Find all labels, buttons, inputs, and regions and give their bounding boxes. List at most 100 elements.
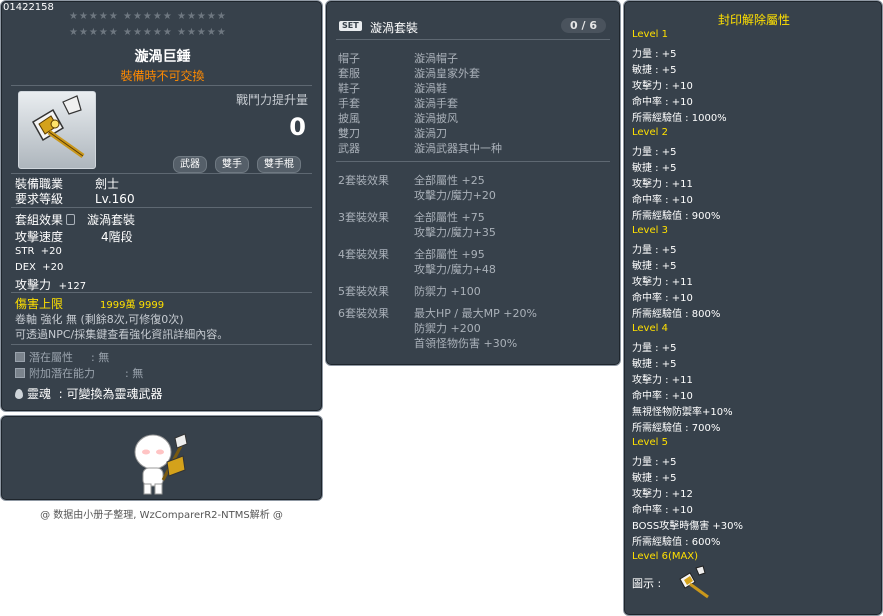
req-level-row: 要求等級 Lv.160 xyxy=(15,190,135,207)
stat-row-attack: 攻擊力 +127 xyxy=(15,276,86,293)
req-level-label: 要求等級 xyxy=(15,192,64,206)
seal-level-line: 力量 : +5 xyxy=(632,245,677,256)
set-effect-label: 3套裝效果 xyxy=(338,211,389,224)
bonus-potential-label: 附加潛在能力 xyxy=(29,367,95,380)
potential-box-icon xyxy=(15,352,25,362)
potential-row: 潛在屬性 : 無 xyxy=(15,349,109,365)
seal-level-line: 所需經驗值 : 1000% xyxy=(632,113,727,124)
seal-level-title: Level 5 xyxy=(632,437,668,448)
set-part-slot: 鞋子 xyxy=(338,82,360,95)
seal-level-line: 所需經驗值 : 800% xyxy=(632,309,721,320)
set-effect-line: 全部屬性 +95 xyxy=(414,248,485,261)
divider xyxy=(11,207,312,208)
scroll-line: 卷軸 強化 無 (剩餘8次,可修復0次) xyxy=(15,313,184,326)
set-effect-line: 首領怪物伤害 +30% xyxy=(414,337,518,350)
set-effect-line: 防禦力 +100 xyxy=(414,285,481,298)
seal-level-line: 力量 : +5 xyxy=(632,147,677,158)
damage-cap-value: 1999萬 9999 xyxy=(100,300,165,311)
seal-title: 封印解除屬性 xyxy=(717,13,790,27)
req-level-value: Lv.160 xyxy=(95,192,135,206)
damage-cap-row: 傷害上限 1999萬 9999 xyxy=(15,295,164,312)
seal-level-line: 攻擊力 : +10 xyxy=(632,81,693,92)
seal-level-line: 敏捷 : +5 xyxy=(632,261,677,272)
seal-level-title: Level 6(MAX) xyxy=(632,551,699,562)
seal-icon-label: 圖示 : xyxy=(632,577,662,590)
seal-level-line: 所需經驗值 : 900% xyxy=(632,211,721,222)
set-effect-label: 6套裝效果 xyxy=(338,307,389,320)
soul-label: 靈魂 xyxy=(27,387,52,401)
bonus-potential-value: : 無 xyxy=(125,367,144,380)
set-effect-label: 5套裝效果 xyxy=(338,285,389,298)
potential-label: 潛在屬性 xyxy=(29,351,73,364)
set-effect-line: 攻擊力/魔力+48 xyxy=(414,263,496,276)
soul-flame-icon xyxy=(15,389,23,399)
seal-level-line: 力量 : +5 xyxy=(632,343,677,354)
stat-name: 攻擊力 xyxy=(15,278,52,292)
stat-row-dex: DEX +20 xyxy=(15,262,63,273)
hammer-icon xyxy=(679,565,709,599)
bonus-potential-box-icon xyxy=(15,368,25,378)
credit-line: @ 数据由小册子整理, WzComparerR2-NTMS解析 @ xyxy=(40,510,283,521)
speed-row: 攻擊速度 4階段 xyxy=(15,228,133,245)
seal-level-line: 敏捷 : +5 xyxy=(632,359,677,370)
set-lock-icon xyxy=(66,214,76,225)
seal-level-line: 敏捷 : +5 xyxy=(632,473,677,484)
item-icon-frame xyxy=(18,91,96,169)
set-effect-label: 4套裝效果 xyxy=(338,248,389,261)
seal-level-line: 力量 : +5 xyxy=(632,457,677,468)
seal-level-line: 攻擊力 : +11 xyxy=(632,375,693,386)
seal-level-line: 攻擊力 : +12 xyxy=(632,489,693,500)
npc-line: 可透過NPC/採集鍵查看強化資訊詳細內容。 xyxy=(15,328,229,341)
seal-level-line: 敏捷 : +5 xyxy=(632,163,677,174)
seal-level-line: 命中率 : +10 xyxy=(632,97,693,108)
divider xyxy=(336,161,610,162)
set-effect-line: 防禦力 +200 xyxy=(414,322,481,335)
set-effects-panel: SET 漩渦套裝 0 / 6 帽子 漩渦帽子 套服 漩渦皇家外套 鞋子 漩渦鞋 … xyxy=(325,0,621,366)
power-value: 0 xyxy=(289,113,306,141)
seal-level-title: Level 1 xyxy=(632,29,668,40)
set-part-slot: 帽子 xyxy=(338,52,360,65)
seal-level-line: 所需經驗值 : 700% xyxy=(632,423,721,434)
seal-level-line: 敏捷 : +5 xyxy=(632,65,677,76)
stat-row-str: STR +20 xyxy=(15,246,62,257)
bonus-potential-row: 附加潛在能力 : 無 xyxy=(15,365,143,381)
set-effect-line: 全部屬性 +25 xyxy=(414,174,485,187)
set-count: 0 / 6 xyxy=(561,18,606,33)
divider xyxy=(336,39,610,40)
set-part-name: 漩渦武器其中一种 xyxy=(414,142,502,155)
trade-note: 裝備時不可交換 xyxy=(120,69,205,83)
seal-level-line: 所需經驗值 : 600% xyxy=(632,537,721,548)
character-preview-panel xyxy=(0,415,323,501)
seal-level-title: Level 3 xyxy=(632,225,668,236)
hammer-icon xyxy=(31,95,85,159)
soul-row: 靈魂 : 可變換為靈魂武器 xyxy=(15,385,163,402)
req-job-value: 劍士 xyxy=(95,177,120,191)
set-part-slot: 披風 xyxy=(338,112,360,125)
divider xyxy=(11,292,312,293)
set-part-name: 漩渦鞋 xyxy=(414,82,447,95)
divider xyxy=(11,344,312,345)
set-part-name: 漩渦刀 xyxy=(414,127,447,140)
seal-level-title: Level 4 xyxy=(632,323,668,334)
seal-level-line: 命中率 : +10 xyxy=(632,293,693,304)
set-row: 套組效果 漩渦套裝 xyxy=(15,211,135,228)
seal-level-line: 命中率 : +10 xyxy=(632,391,693,402)
set-effect-line: 全部屬性 +75 xyxy=(414,211,485,224)
damage-cap-label: 傷害上限 xyxy=(15,297,64,311)
seal-level-line: 命中率 : +10 xyxy=(632,195,693,206)
potential-value: : 無 xyxy=(91,351,110,364)
speed-value: 4階段 xyxy=(101,230,133,244)
seal-release-panel: 封印解除屬性 Level 1 力量 : +5 敏捷 : +5 攻擊力 : +10… xyxy=(623,0,883,616)
set-label: 套組效果 xyxy=(15,213,64,227)
set-value: 漩渦套裝 xyxy=(87,213,136,227)
stat-value: +20 xyxy=(42,262,64,273)
item-tooltip-panel: 01422158 ★★★★★ ★★★★★ ★★★★★ ★★★★★ ★★★★★ ★… xyxy=(0,0,323,412)
set-effect-label: 2套裝效果 xyxy=(338,174,389,187)
set-effect-line: 攻擊力/魔力+20 xyxy=(414,189,496,202)
set-effect-line: 攻擊力/魔力+35 xyxy=(414,226,496,239)
set-part-slot: 手套 xyxy=(338,97,360,110)
set-part-name: 漩渦披风 xyxy=(414,112,458,125)
star-row-1: ★★★★★ ★★★★★ ★★★★★ xyxy=(69,11,227,22)
set-part-slot: 雙刀 xyxy=(338,127,360,140)
set-part-slot: 武器 xyxy=(338,142,360,155)
